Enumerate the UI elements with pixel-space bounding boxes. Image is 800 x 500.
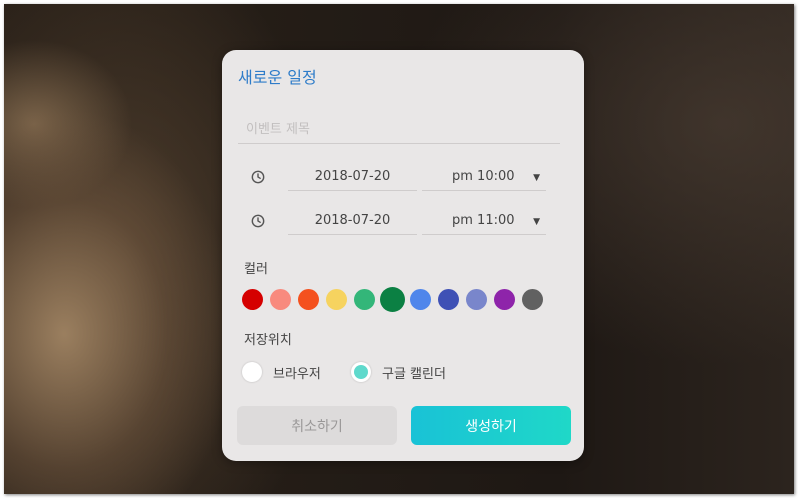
start-date-field[interactable]: 2018-07-20 bbox=[288, 166, 417, 191]
color-swatch-yellow[interactable] bbox=[326, 289, 347, 310]
color-swatch-purple[interactable] bbox=[494, 289, 515, 310]
clock-icon bbox=[251, 214, 265, 228]
color-swatch-gray[interactable] bbox=[522, 289, 543, 310]
end-time-value: pm 11:00 bbox=[452, 213, 515, 228]
color-swatch-dark-green[interactable] bbox=[380, 287, 405, 312]
color-label: 컬러 bbox=[244, 262, 268, 277]
cancel-button[interactable]: 취소하기 bbox=[237, 406, 397, 445]
color-swatch-lavender[interactable] bbox=[466, 289, 487, 310]
end-time-select[interactable]: pm 11:00 ▼ bbox=[422, 210, 546, 235]
storage-label: 저장위치 bbox=[244, 333, 292, 348]
create-button[interactable]: 생성하기 bbox=[411, 406, 571, 445]
color-swatch-blue[interactable] bbox=[410, 289, 431, 310]
color-swatch-salmon[interactable] bbox=[270, 289, 291, 310]
radio-button[interactable] bbox=[351, 362, 371, 382]
color-swatch-orange[interactable] bbox=[298, 289, 319, 310]
storage-option-label: 구글 캘린더 bbox=[382, 367, 446, 382]
radio-button[interactable] bbox=[242, 362, 262, 382]
storage-option-label: 브라우저 bbox=[273, 367, 321, 382]
background-photo: 새로운 일정 2018-07-20 pm 10:00 ▼ 2018-07-20 … bbox=[4, 4, 794, 494]
start-time-value: pm 10:00 bbox=[452, 169, 515, 184]
caret-down-icon: ▼ bbox=[533, 173, 540, 183]
dialog-title: 새로운 일정 bbox=[238, 68, 317, 87]
start-time-select[interactable]: pm 10:00 ▼ bbox=[422, 166, 546, 191]
color-swatch-indigo[interactable] bbox=[438, 289, 459, 310]
caret-down-icon: ▼ bbox=[533, 217, 540, 227]
end-date-field[interactable]: 2018-07-20 bbox=[288, 210, 417, 235]
color-swatch-red[interactable] bbox=[242, 289, 263, 310]
new-event-dialog: 새로운 일정 2018-07-20 pm 10:00 ▼ 2018-07-20 … bbox=[222, 50, 584, 461]
event-title-input[interactable] bbox=[238, 116, 560, 144]
clock-icon bbox=[251, 170, 265, 184]
color-swatch-green[interactable] bbox=[354, 289, 375, 310]
